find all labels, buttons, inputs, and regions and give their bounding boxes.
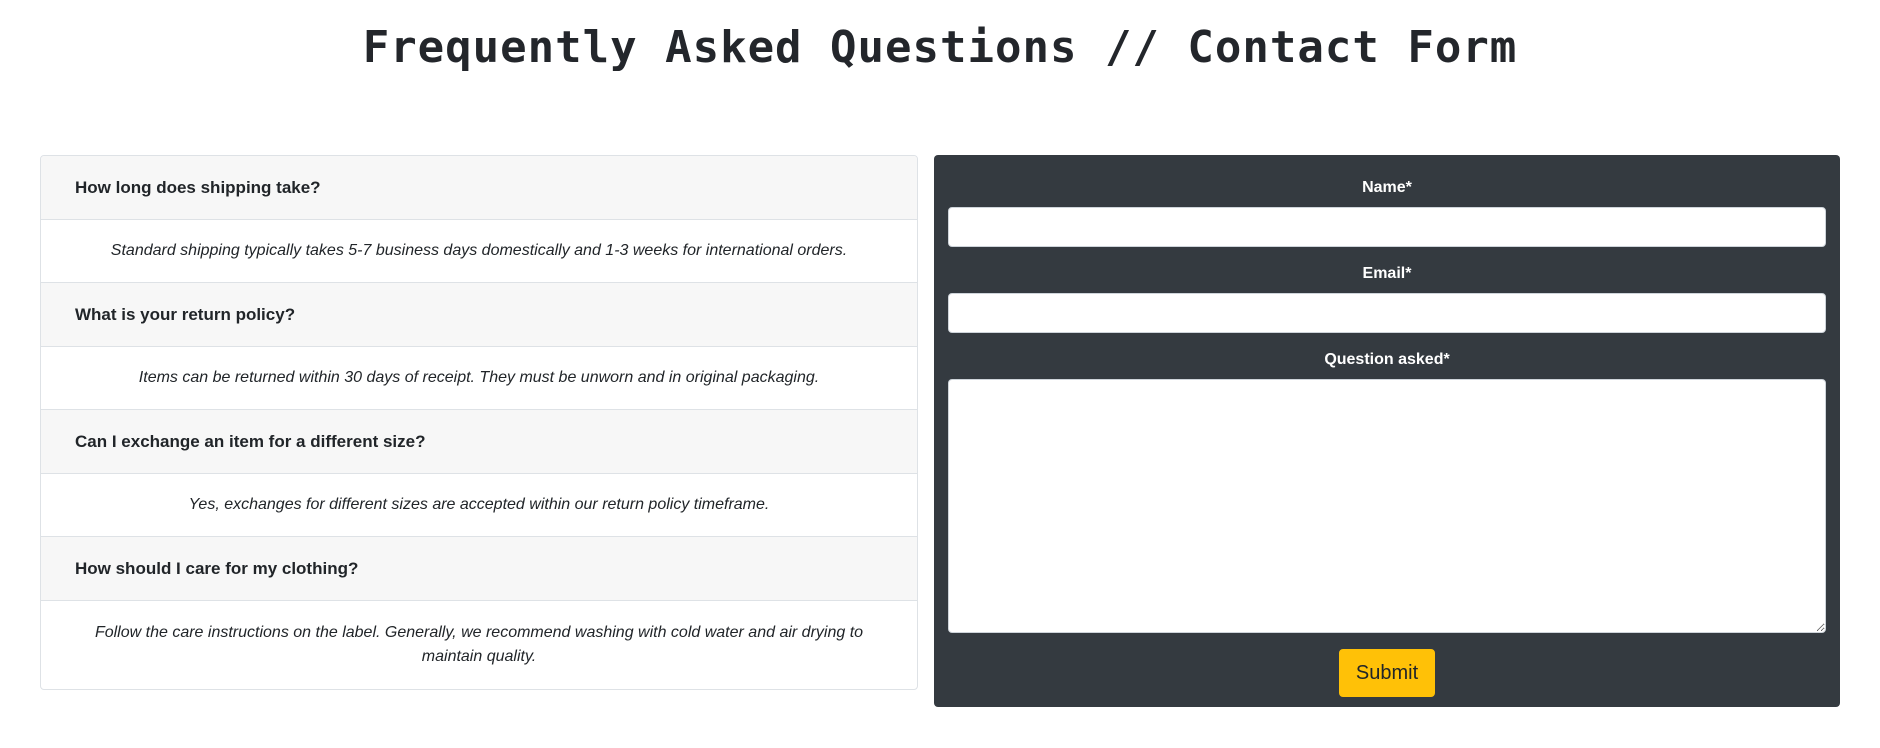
email-label: Email* (1362, 265, 1412, 282)
question-label: Question asked* (1324, 351, 1450, 368)
contact-form: Name* Email* Question asked* Submit (934, 155, 1840, 707)
faq-answer-exchange: Yes, exchanges for different sizes are a… (41, 474, 917, 537)
page-title: Frequently Asked Questions // Contact Fo… (362, 22, 1518, 73)
submit-wrapper: Submit (948, 649, 1826, 697)
email-input[interactable] (948, 293, 1826, 333)
faq-question-clothing-care[interactable]: How should I care for my clothing? (41, 537, 917, 601)
question-textarea[interactable] (948, 379, 1826, 633)
faq-answer-shipping: Standard shipping typically takes 5-7 bu… (41, 220, 917, 283)
faq-question-return-policy[interactable]: What is your return policy? (41, 283, 917, 347)
name-input[interactable] (948, 207, 1826, 247)
faq-accordion: How long does shipping take? Standard sh… (40, 155, 918, 690)
faq-answer-clothing-care: Follow the care instructions on the labe… (94, 624, 864, 665)
faq-answer-return-policy: Items can be returned within 30 days of … (41, 347, 917, 410)
name-label: Name* (1362, 179, 1412, 196)
submit-button[interactable]: Submit (1338, 649, 1436, 697)
faq-question-exchange[interactable]: Can I exchange an item for a different s… (41, 410, 917, 474)
faq-question-shipping[interactable]: How long does shipping take? (41, 156, 917, 220)
